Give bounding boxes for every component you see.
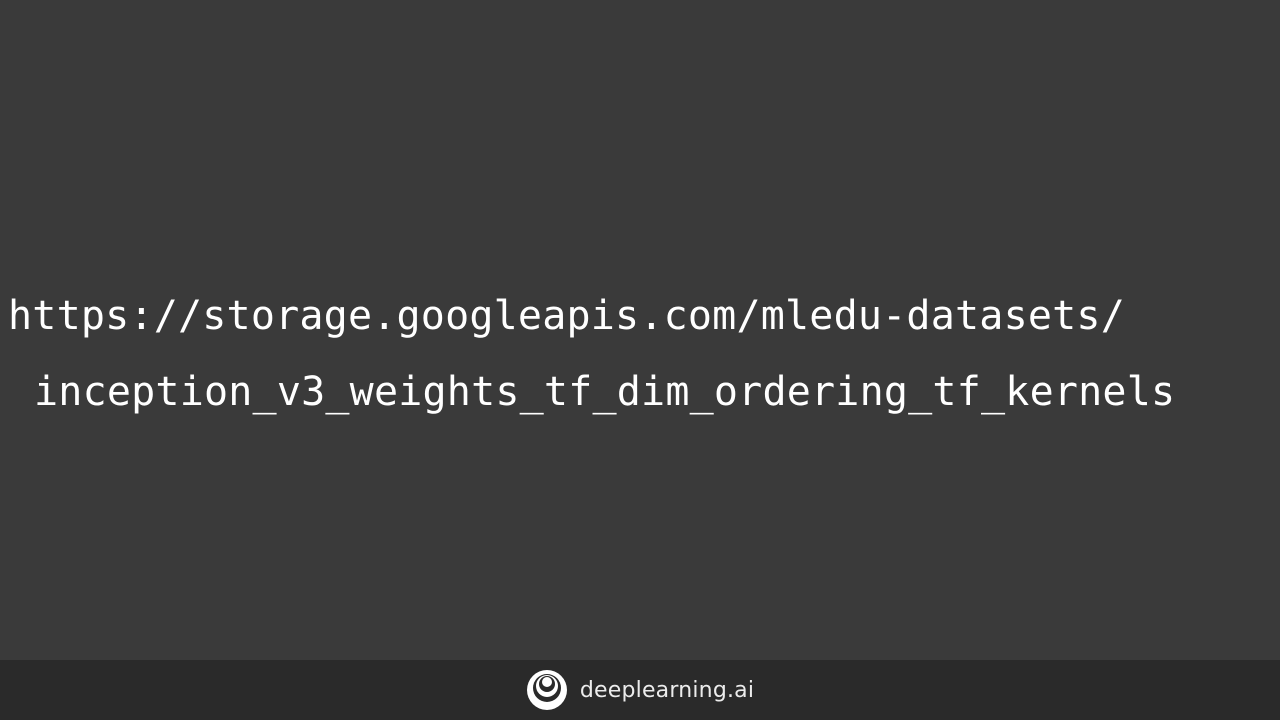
footer-bar: deeplearning.ai [0, 660, 1280, 720]
deeplearning-logo-icon [526, 670, 567, 710]
slide-content: https://storage.googleapis.com/mledu-dat… [0, 0, 1280, 660]
brand-logo: deeplearning.ai [526, 669, 754, 711]
url-text-line-1: https://storage.googleapis.com/mledu-dat… [8, 293, 1125, 339]
url-text-line-2: inception_v3_weights_tf_dim_ordering_tf_… [34, 369, 1176, 415]
brand-name: deeplearning.ai [579, 677, 755, 703]
